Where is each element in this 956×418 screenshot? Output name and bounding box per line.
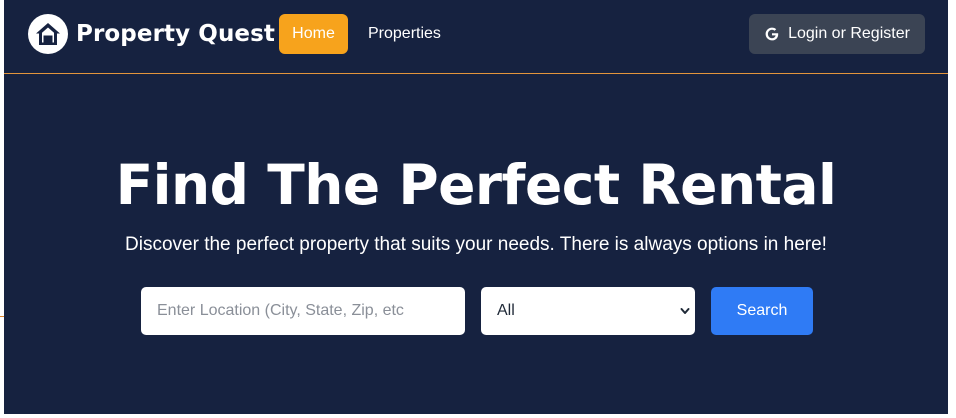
- google-icon: [764, 26, 780, 42]
- navbar: Property Quest Home Properties Login or …: [4, 0, 948, 74]
- login-register-button[interactable]: Login or Register: [749, 14, 925, 54]
- page: Property Quest Home Properties Login or …: [4, 0, 948, 414]
- login-register-label: Login or Register: [788, 25, 910, 42]
- browser-frame: Property Quest Home Properties Login or …: [0, 0, 956, 418]
- chevron-down-icon: [679, 303, 691, 324]
- hero-subtitle: Discover the perfect property that suits…: [125, 234, 827, 255]
- house-icon: [28, 14, 68, 54]
- brand-name: Property Quest: [76, 21, 276, 47]
- hero-title: Find The Perfect Rental: [115, 153, 837, 217]
- property-type-value: All: [497, 302, 515, 319]
- brand-link[interactable]: Property Quest: [28, 14, 275, 54]
- location-search-input[interactable]: [141, 287, 465, 335]
- nav-link-home[interactable]: Home: [279, 14, 348, 54]
- nav-link-properties[interactable]: Properties: [356, 14, 453, 54]
- viewport-edge-right: [948, 0, 956, 418]
- search-button[interactable]: Search: [711, 287, 813, 335]
- property-type-select[interactable]: All: [481, 287, 695, 335]
